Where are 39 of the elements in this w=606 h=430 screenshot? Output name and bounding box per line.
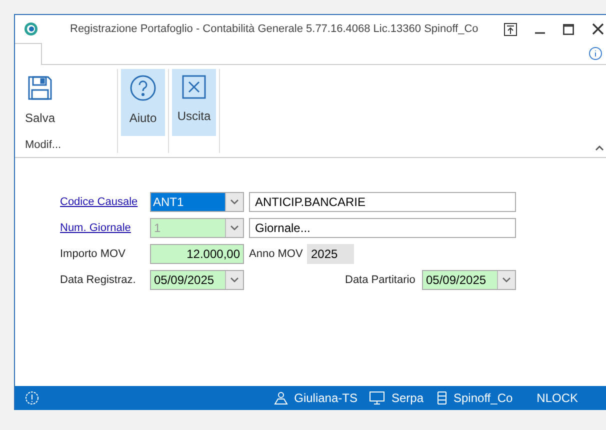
building-icon [436, 391, 448, 405]
data-partitario-field[interactable]: 05/09/2025 [422, 270, 516, 290]
ribbon-group-label: Modif... [24, 138, 62, 152]
app-logo-icon [24, 22, 38, 36]
status-text: Giuliana-TS [294, 390, 358, 407]
causale-description-field[interactable]: ANTICIP.BANCARIE [249, 192, 516, 212]
data-registrazione-label: Data Registraz. [60, 272, 137, 288]
dropdown-arrow-button[interactable] [497, 271, 515, 289]
monitor-icon [369, 391, 386, 405]
chevron-down-icon [230, 225, 239, 231]
info-icon[interactable] [589, 47, 602, 60]
codice-causale-link[interactable]: Codice Causale [60, 194, 150, 210]
user-icon [274, 391, 288, 405]
importo-label: Importo MOV [60, 246, 126, 262]
status-text: Serpa [391, 390, 424, 407]
status-text: Spinoff_Co [454, 390, 513, 407]
collapse-ribbon-icon[interactable] [595, 145, 604, 151]
alert-icon[interactable] [25, 391, 39, 405]
close-icon [182, 75, 206, 99]
dropdown-arrow-button[interactable] [225, 271, 243, 289]
anno-label: Anno MOV [249, 246, 304, 262]
ribbon-button[interactable]: Aiuto [121, 69, 165, 136]
close-icon[interactable] [592, 23, 604, 35]
pin-window-icon[interactable] [504, 22, 517, 36]
data-partitario-label: Data Partitario [345, 272, 416, 288]
maximize-icon[interactable] [563, 24, 574, 34]
chevron-down-icon [502, 277, 511, 283]
chevron-down-icon [230, 199, 239, 205]
help-icon [130, 75, 156, 101]
ribbon-button[interactable]: Uscita [172, 69, 216, 136]
chevron-down-icon [230, 277, 239, 283]
ribbon-button[interactable]: Salva [18, 69, 62, 136]
dropdown-arrow-button[interactable] [225, 193, 243, 211]
anno-field: 2025 [307, 244, 354, 264]
status-text: NLOCK [536, 390, 578, 407]
data-registrazione-field[interactable]: 05/09/2025 [150, 270, 244, 290]
importo-field[interactable]: 12.000,00 [150, 244, 244, 264]
causale-combo[interactable]: ANT1 [150, 192, 244, 212]
window-title: Registrazione Portafoglio - Contabilità Generale 5.77.16.4068 Lic.13360 Spinoff_Co [70, 22, 478, 37]
